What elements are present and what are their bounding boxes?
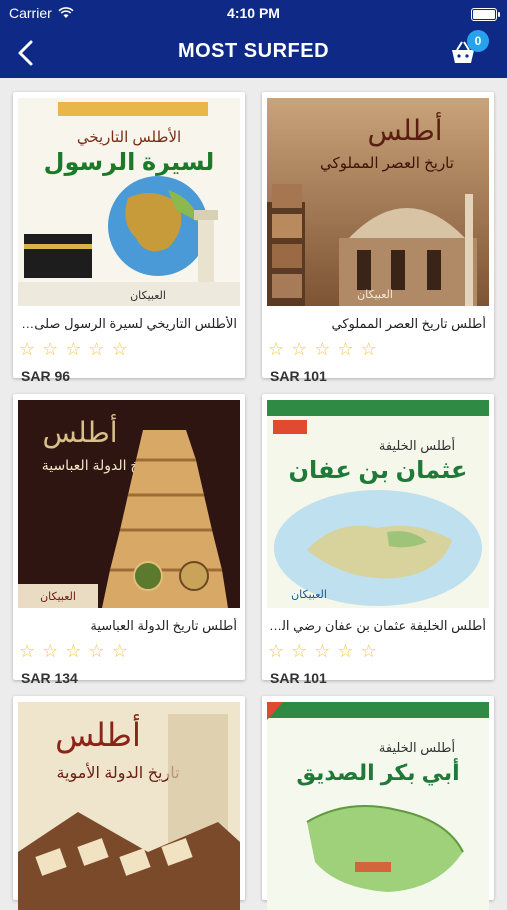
star-empty-icon: ☆ [65, 339, 82, 359]
star-empty-icon: ☆ [19, 641, 36, 661]
product-grid: الأطلس التاريخي لسيرة الرسول العبيكان ال… [0, 78, 507, 910]
book-cover-image[interactable]: الأطلس التاريخي لسيرة الرسول العبيكان [18, 98, 240, 306]
star-empty-icon: ☆ [42, 641, 59, 661]
cover-heading: الأطلس التاريخي [77, 127, 181, 147]
star-empty-icon: ☆ [65, 641, 82, 661]
star-rating: ☆ ☆ ☆ ☆ ☆ [19, 642, 128, 660]
battery-icon [471, 8, 500, 21]
cover-title: أبي بكر الصديق [296, 757, 459, 786]
star-empty-icon: ☆ [111, 641, 128, 661]
star-rating: ☆ ☆ ☆ ☆ ☆ [19, 340, 128, 358]
nav-bar: MOST SURFED 0 [0, 28, 507, 78]
cover-title: تاريخ العصر المملوكي [320, 155, 454, 173]
book-cover-image[interactable]: أطلس الخليفة عثمان بن عفان العبيكان [267, 400, 489, 608]
app-header: Carrier 4:10 PM MOST SURFED 0 [0, 0, 507, 78]
star-empty-icon: ☆ [360, 641, 377, 661]
cover-heading: أطلس [42, 413, 117, 449]
product-name[interactable]: أطلس تاريخ العصر المملوكي [268, 316, 486, 332]
status-bar: Carrier 4:10 PM [0, 0, 507, 28]
cart-count-badge: 0 [467, 30, 489, 52]
book-cover-image[interactable]: أطلس تاريخ الدولة العباسية العبيكان [18, 400, 240, 608]
book-cover-image[interactable]: أطلس تاريخ العصر المملوكي العبيكان [267, 98, 489, 306]
book-cover-image[interactable]: أطلس الخليفة أبي بكر الصديق [267, 702, 489, 910]
star-empty-icon: ☆ [360, 339, 377, 359]
cover-title: لسيرة الرسول [44, 149, 215, 176]
cover-publisher: العبيكان [40, 591, 76, 603]
product-card[interactable]: أطلس الخليفة أبي بكر الصديق [262, 696, 494, 910]
star-empty-icon: ☆ [19, 339, 36, 359]
star-empty-icon: ☆ [337, 339, 354, 359]
product-name[interactable]: أطلس الخليفة عثمان بن عفان رضي الله عنه [268, 618, 486, 634]
star-empty-icon: ☆ [314, 641, 331, 661]
star-empty-icon: ☆ [88, 641, 105, 661]
product-name[interactable]: الأطلس التاريخي لسيرة الرسول صلى الله عل… [19, 316, 237, 332]
product-price: SAR 96 [21, 368, 71, 384]
cover-title: عثمان بن عفان [289, 457, 468, 484]
product-card[interactable]: أطلس الخليفة عثمان بن عفان العبيكان أطلس… [262, 394, 494, 686]
star-empty-icon: ☆ [268, 339, 285, 359]
cover-title: تاريخ الدولة الأموية [56, 762, 179, 783]
product-price: SAR 134 [21, 670, 78, 686]
cover-publisher: العبيكان [130, 290, 166, 302]
star-empty-icon: ☆ [42, 339, 59, 359]
star-rating: ☆ ☆ ☆ ☆ ☆ [268, 642, 377, 660]
status-time: 4:10 PM [227, 5, 280, 21]
star-empty-icon: ☆ [291, 641, 308, 661]
star-empty-icon: ☆ [268, 641, 285, 661]
page-title: MOST SURFED [177, 40, 330, 62]
product-name[interactable]: أطلس تاريخ الدولة العباسية [19, 618, 237, 634]
book-cover-image[interactable]: أطلس تاريخ الدولة الأموية [18, 702, 240, 910]
cart-button[interactable]: 0 [443, 30, 489, 72]
product-price: SAR 101 [270, 368, 327, 384]
star-empty-icon: ☆ [291, 339, 308, 359]
cover-heading: أطلس [55, 714, 141, 753]
cover-heading: أطلس الخليفة [379, 739, 455, 756]
star-empty-icon: ☆ [111, 339, 128, 359]
star-empty-icon: ☆ [88, 339, 105, 359]
product-card[interactable]: أطلس تاريخ العصر المملوكي العبيكان أطلس … [262, 92, 494, 384]
cover-publisher: العبيكان [357, 289, 393, 301]
product-price: SAR 101 [270, 670, 327, 686]
star-empty-icon: ☆ [314, 339, 331, 359]
cover-heading: أطلس [367, 111, 442, 147]
star-rating: ☆ ☆ ☆ ☆ ☆ [268, 340, 377, 358]
product-card[interactable]: أطلس تاريخ الدولة الأموية [13, 696, 245, 910]
product-card[interactable]: الأطلس التاريخي لسيرة الرسول العبيكان ال… [13, 92, 245, 384]
star-empty-icon: ☆ [337, 641, 354, 661]
cover-heading: أطلس الخليفة [379, 437, 455, 454]
product-card[interactable]: أطلس تاريخ الدولة العباسية العبيكان أطلس… [13, 394, 245, 686]
cover-publisher: العبيكان [291, 589, 327, 601]
